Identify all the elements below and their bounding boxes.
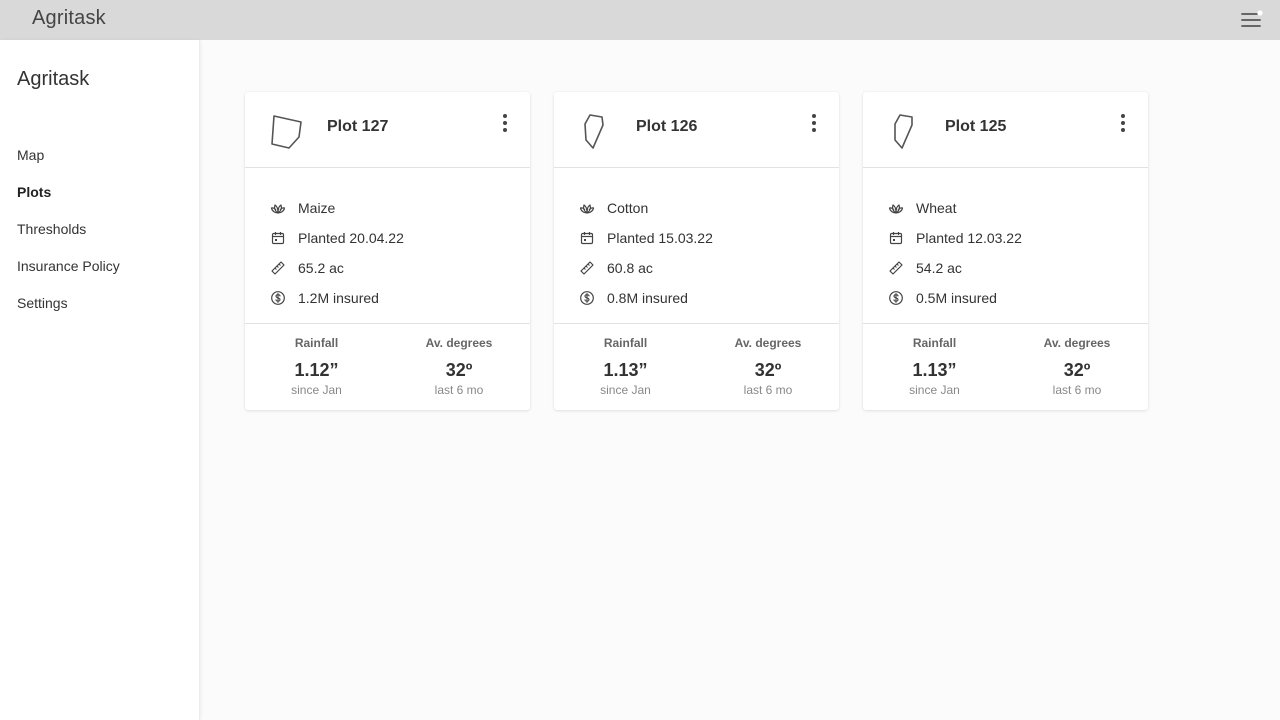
insured-value: 0.8M insured [607,290,688,306]
rainfall-stat: Rainfall 1.13” since Jan [863,336,1006,397]
rainfall-stat: Rainfall 1.13” since Jan [554,336,697,397]
plot-menu-button[interactable] [806,112,822,136]
calendar-icon [580,232,594,245]
kebab-menu-icon [812,114,816,132]
crop-value: Wheat [916,200,957,216]
top-bar: Agritask [0,0,1280,40]
degrees-stat: Av. degrees 32º last 6 mo [388,336,530,397]
rainfall-label: Rainfall [603,336,648,350]
insured-value: 0.5M insured [916,290,997,306]
plot-menu-button[interactable] [1115,112,1131,136]
degrees-stat: Av. degrees 32º last 6 mo [697,336,839,397]
sidebar-item-thresholds[interactable]: Thresholds [17,219,120,256]
hamburger-menu-button[interactable] [1240,10,1264,32]
leaf-icon [888,204,904,214]
sidebar-item-plots[interactable]: Plots [17,182,120,219]
degrees-value: 32º [1063,360,1091,380]
plot-card[interactable]: Plot 125 Wheat Planted 12.03.22 54.2 ac [863,92,1148,410]
rainfall-value: 1.13” [603,360,648,380]
rainfall-sub: since Jan [291,383,342,397]
rainfall-label: Rainfall [294,336,339,350]
plot-menu-button[interactable] [497,112,513,136]
calendar-icon [271,232,285,245]
area-row: 65.2 ac [245,253,530,283]
sidebar-nav: Map Plots Thresholds Insurance Policy Se… [17,145,120,330]
app-title: Agritask [32,7,106,29]
plot-name: Plot 126 [636,118,698,135]
degrees-label: Av. degrees [1043,336,1111,350]
plot-card[interactable]: Plot 127 Maize Planted 20.04.22 65.2 ac [245,92,530,410]
main-content: Plot 127 Maize Planted 20.04.22 65.2 ac [201,40,1280,720]
insured-row: 0.8M insured [554,283,839,313]
area-row: 60.8 ac [554,253,839,283]
insured-row: 0.5M insured [863,283,1148,313]
degrees-sub: last 6 mo [1052,383,1102,397]
hamburger-menu-icon [1241,10,1263,27]
calendar-icon [889,232,903,245]
plot-shape-icon [271,115,302,149]
area-value: 60.8 ac [607,260,653,276]
sidebar: Agritask Map Plots Thresholds Insurance … [0,40,200,720]
leaf-icon [579,204,595,214]
plot-card-header: Plot 127 [245,92,530,168]
plot-stats: Rainfall 1.13” since Jan Av. degrees 32º… [863,324,1148,397]
rainfall-value: 1.12” [294,360,339,380]
plot-card[interactable]: Plot 126 Cotton Planted 15.03.22 60.8 ac [554,92,839,410]
planted-row: Planted 12.03.22 [863,223,1148,253]
area-row: 54.2 ac [863,253,1148,283]
plot-name: Plot 127 [327,118,389,135]
plot-card-header: Plot 125 [863,92,1148,168]
plot-shape-icon [894,114,913,149]
rainfall-value: 1.13” [912,360,957,380]
plot-card-header: Plot 126 [554,92,839,168]
rainfall-label: Rainfall [912,336,957,350]
plot-shape-icon [584,114,604,149]
plot-details: Maize Planted 20.04.22 65.2 ac 1.2M insu… [245,168,530,324]
ruler-icon [580,261,594,275]
area-value: 65.2 ac [298,260,344,276]
dollar-coin-icon [271,291,285,305]
degrees-value: 32º [445,360,473,380]
planted-value: Planted 20.04.22 [298,230,404,246]
planted-value: Planted 12.03.22 [916,230,1022,246]
insured-row: 1.2M insured [245,283,530,313]
sidebar-item-map[interactable]: Map [17,145,120,182]
dollar-coin-icon [580,291,594,305]
ruler-icon [271,261,285,275]
rainfall-stat: Rainfall 1.12” since Jan [245,336,388,397]
ruler-icon [889,261,903,275]
kebab-menu-icon [503,114,507,132]
insured-value: 1.2M insured [298,290,379,306]
plot-name: Plot 125 [945,118,1007,135]
degrees-sub: last 6 mo [434,383,484,397]
dollar-coin-icon [889,291,903,305]
sidebar-item-insurance-policy[interactable]: Insurance Policy [17,256,120,293]
sidebar-item-settings[interactable]: Settings [17,293,120,330]
rainfall-sub: since Jan [909,383,960,397]
area-value: 54.2 ac [916,260,962,276]
crop-value: Maize [298,200,336,216]
plot-details: Cotton Planted 15.03.22 60.8 ac 0.8M ins… [554,168,839,324]
degrees-value: 32º [754,360,782,380]
degrees-sub: last 6 mo [743,383,793,397]
sidebar-brand: Agritask [17,68,90,90]
crop-value: Cotton [607,200,649,216]
plot-details: Wheat Planted 12.03.22 54.2 ac 0.5M insu… [863,168,1148,324]
crop-row: Wheat [863,193,1148,223]
leaf-icon [270,204,286,214]
crop-row: Maize [245,193,530,223]
degrees-label: Av. degrees [734,336,802,350]
rainfall-sub: since Jan [600,383,651,397]
planted-row: Planted 15.03.22 [554,223,839,253]
degrees-stat: Av. degrees 32º last 6 mo [1006,336,1148,397]
plot-stats: Rainfall 1.13” since Jan Av. degrees 32º… [554,324,839,397]
kebab-menu-icon [1121,114,1125,132]
planted-row: Planted 20.04.22 [245,223,530,253]
crop-row: Cotton [554,193,839,223]
degrees-label: Av. degrees [425,336,493,350]
planted-value: Planted 15.03.22 [607,230,713,246]
plot-stats: Rainfall 1.12” since Jan Av. degrees 32º… [245,324,530,397]
